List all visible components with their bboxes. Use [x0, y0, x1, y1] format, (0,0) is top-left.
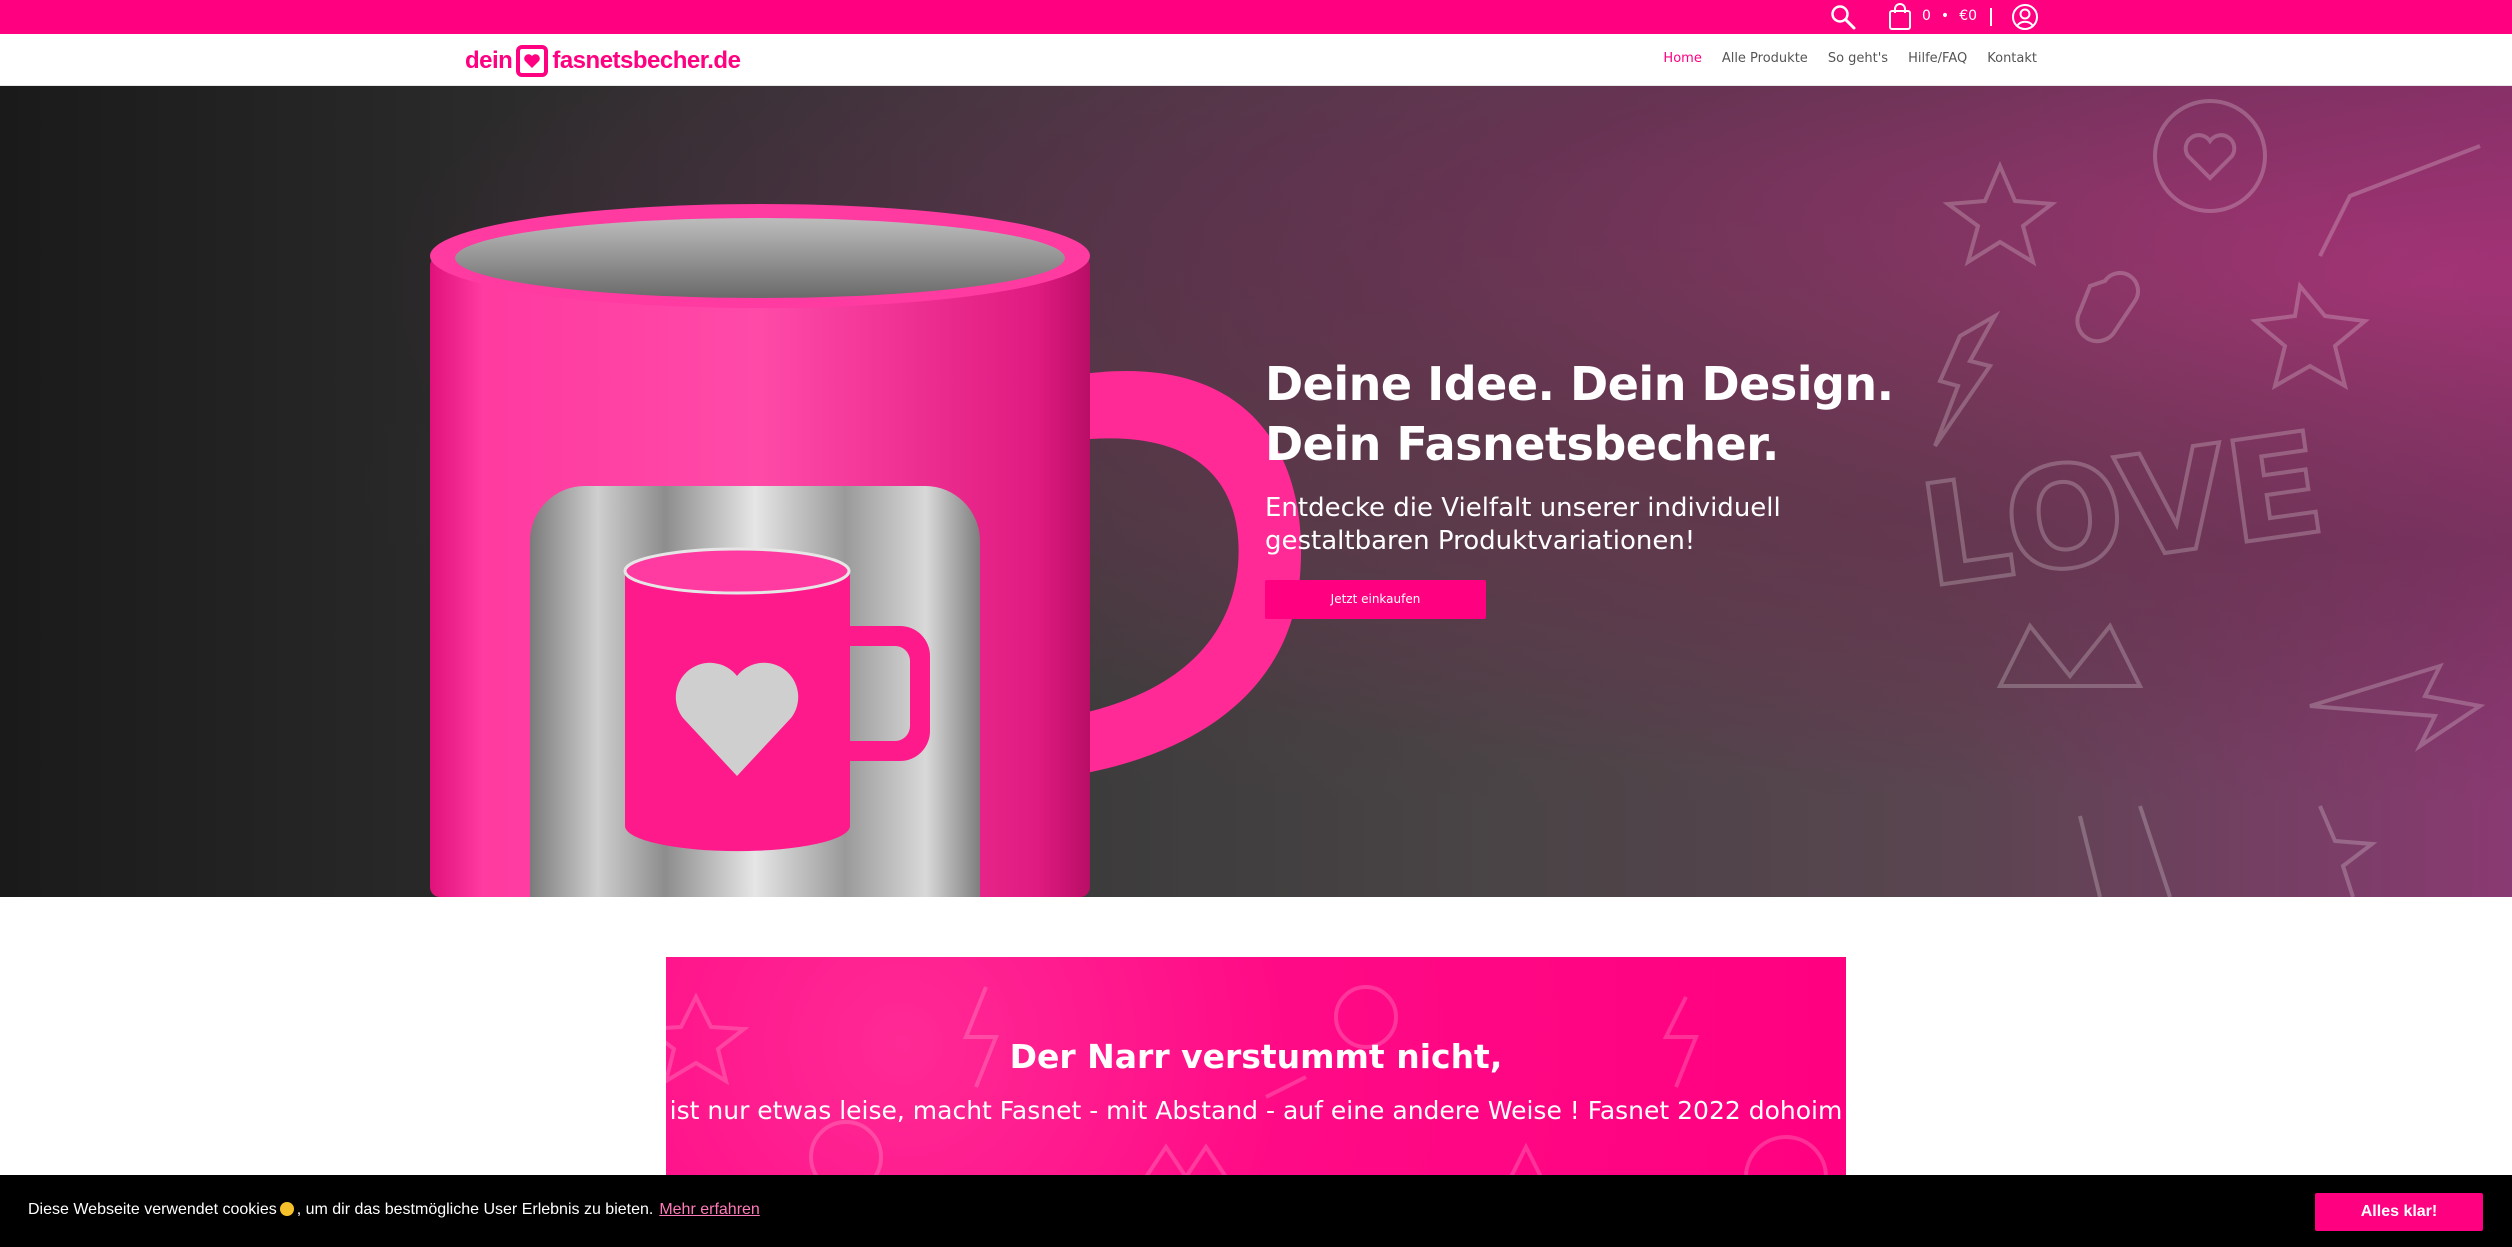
nav-contact[interactable]: Kontakt: [1987, 51, 2037, 66]
cart-count: 0: [1922, 8, 1931, 24]
smiley-icon: [279, 1202, 294, 1216]
banner-title: Der Narr verstummt nicht,: [1009, 1037, 1503, 1076]
main-menu: Home Alle Produkte So geht's Hilfe/FAQ K…: [1663, 51, 2037, 66]
logo-heart-icon: [516, 45, 549, 77]
doodle-love-text: LOVE: [1911, 402, 2333, 620]
nav-how-it-works[interactable]: So geht's: [1828, 51, 1888, 66]
learn-more-link[interactable]: Mehr erfahren: [659, 1201, 760, 1218]
doodle-background: LOVE: [1909, 99, 2486, 897]
nav-home[interactable]: Home: [1663, 51, 1701, 66]
user-account-icon[interactable]: [2011, 3, 2039, 31]
site-logo[interactable]: dein fasnetsbecher.de: [465, 43, 741, 79]
banner-text: ist nur etwas leise, macht Fasnet - mit …: [669, 1096, 1843, 1125]
search-icon[interactable]: [1829, 3, 1857, 31]
cookie-text-end: , um dir das bestmögliche User Erlebnis …: [296, 1201, 654, 1218]
cart-summary[interactable]: 0 • €0: [1922, 8, 1977, 24]
accept-cookies-button[interactable]: Alles klar!: [2315, 1193, 2483, 1231]
cookie-consent-bar: Diese Webseite verwendet cookies , um dir…: [0, 1175, 2512, 1247]
logo-word-domain: fasnetsbecher.de: [552, 47, 741, 74]
hero-headline-line1: Deine Idee. Dein Design.: [1265, 357, 1894, 411]
logo-word-dein: dein: [465, 47, 513, 74]
hero-headline: Deine Idee. Dein Design. Dein Fasnetsbec…: [1265, 354, 1894, 474]
hero-subline: Entdecke die Vielfalt unserer individuel…: [1265, 493, 1781, 556]
hero-content: Deine Idee. Dein Design. Dein Fasnetsbec…: [1265, 354, 1894, 619]
shop-now-button[interactable]: Jetzt einkaufen: [1265, 580, 1486, 619]
nav-all-products[interactable]: Alle Produkte: [1722, 51, 1808, 66]
cookie-message: Diese Webseite verwendet cookies , um dir…: [28, 1201, 760, 1219]
cookie-text-start: Diese Webseite verwendet cookies: [28, 1201, 277, 1218]
cart-separator: •: [1940, 8, 1950, 24]
cart-total: €0: [1959, 8, 1978, 24]
hero-headline-line2: Dein Fasnetsbecher.: [1265, 417, 1779, 471]
divider: [1990, 8, 1992, 26]
pink-mug-image: [430, 204, 1302, 897]
nav-help-faq[interactable]: Hilfe/FAQ: [1908, 51, 1967, 66]
top-bar: 0 • €0: [0, 0, 2512, 34]
main-navbar: dein fasnetsbecher.de Home Alle Produkte…: [0, 34, 2512, 86]
shopping-bag-icon[interactable]: [1888, 3, 1912, 31]
hero-section: LOVE Deine Idee. Dein Design. Dein Fasne…: [0, 86, 2512, 897]
